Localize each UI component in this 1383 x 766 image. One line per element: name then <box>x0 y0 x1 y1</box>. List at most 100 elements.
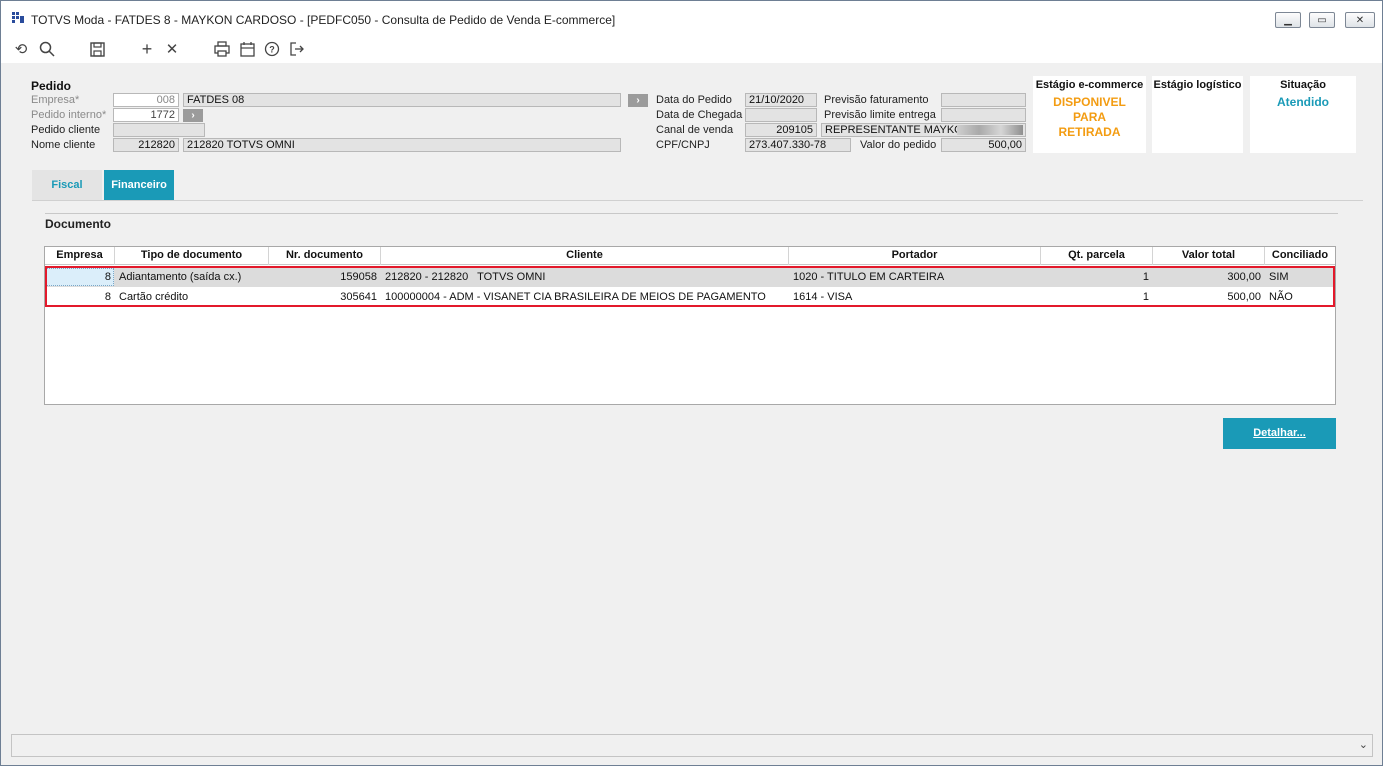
documento-grid: Empresa Tipo de documento Nr. documento … <box>44 246 1336 405</box>
undo-button[interactable]: ⟲ <box>12 40 30 58</box>
prev-limite-field <box>941 108 1026 122</box>
col-header-portador[interactable]: Portador <box>789 247 1041 265</box>
estagio-logistico-title: Estágio logístico <box>1153 79 1242 91</box>
pedido-cliente-field <box>113 123 205 137</box>
pedido-cliente-label: Pedido cliente <box>31 124 101 136</box>
situacao-box: Situação Atendido <box>1250 76 1356 153</box>
valor-pedido-field: 500,00 <box>941 138 1026 152</box>
calendar-icon <box>239 41 255 57</box>
pedido-lookup-button[interactable]: › <box>183 109 203 122</box>
canal-venda-label: Canal de venda <box>656 124 734 136</box>
cell-portador: 1614 - VISA <box>793 291 853 303</box>
save-icon <box>89 41 105 57</box>
col-header-conciliado[interactable]: Conciliado <box>1265 247 1335 265</box>
window-title: TOTVS Moda - FATDES 8 - MAYKON CARDOSO -… <box>31 13 616 27</box>
cpf-label: CPF/CNPJ <box>656 139 710 151</box>
table-row[interactable]: 8 Adiantamento (saída cx.) 159058 212820… <box>45 267 1335 287</box>
pedido-interno-label: Pedido interno* <box>31 109 107 121</box>
cell-qt-parcela: 1 <box>1142 271 1149 283</box>
exit-icon <box>290 42 304 56</box>
cell-qt-parcela: 1 <box>1142 291 1149 303</box>
empresa-label: Empresa* <box>31 94 80 106</box>
tab-divider <box>32 200 1363 201</box>
help-icon: ? <box>264 41 280 57</box>
cell-cliente: 100000004 - ADM - VISANET CIA BRASILEIRA… <box>385 291 766 303</box>
exit-button[interactable] <box>288 40 306 58</box>
data-chegada-label: Data de Chegada <box>656 109 743 121</box>
toolbar: ⟲ + ✕ ? <box>1 35 1382 63</box>
search-icon <box>39 41 55 57</box>
cell-nr-documento: 305641 <box>340 291 377 303</box>
chevron-down-icon[interactable]: ⌄ <box>1359 738 1368 751</box>
col-header-qt-parcela[interactable]: Qt. parcela <box>1041 247 1153 265</box>
restore-icon: ▭ <box>1317 14 1327 26</box>
canal-venda-code-field: 209105 <box>745 123 817 137</box>
print-icon <box>214 41 230 57</box>
cell-empresa: 8 <box>104 271 111 283</box>
cell-portador: 1020 - TITULO EM CARTEIRA <box>793 271 945 283</box>
minimize-button[interactable]: ▁ <box>1275 12 1301 28</box>
help-button[interactable]: ? <box>263 40 281 58</box>
tab-fiscal[interactable]: Fiscal <box>32 170 102 200</box>
data-chegada-field <box>745 108 817 122</box>
close-window-button[interactable]: ✕ <box>1345 12 1375 28</box>
nome-cliente-code-field: 212820 <box>113 138 179 152</box>
undo-icon: ⟲ <box>14 40 28 58</box>
data-pedido-field: 21/10/2020 <box>745 93 817 107</box>
app-window: TOTVS Moda - FATDES 8 - MAYKON CARDOSO -… <box>0 0 1383 766</box>
search-button[interactable] <box>38 40 56 58</box>
add-button[interactable]: + <box>138 40 156 58</box>
nome-cliente-label: Nome cliente <box>31 139 96 151</box>
cancel-button[interactable]: ✕ <box>163 40 181 58</box>
col-header-valor-total[interactable]: Valor total <box>1153 247 1265 265</box>
estagio-ecommerce-value: DISPONIVEL PARA RETIRADA <box>1053 95 1126 139</box>
cell-cliente: 212820 - 212820 TOTVS OMNI <box>385 271 546 283</box>
status-bar: ⌄ <box>11 734 1373 757</box>
empresa-code-field[interactable]: 008 <box>113 93 179 107</box>
minimize-icon: ▁ <box>1284 14 1292 26</box>
pedido-interno-field[interactable]: 1772 <box>113 108 179 122</box>
main-content: Pedido Empresa* 008 FATDES 08 › Pedido i… <box>11 63 1373 729</box>
cell-tipo: Cartão crédito <box>119 291 189 303</box>
col-header-cliente[interactable]: Cliente <box>381 247 789 265</box>
tab-financeiro[interactable]: Financeiro <box>104 170 174 200</box>
title-bar: TOTVS Moda - FATDES 8 - MAYKON CARDOSO -… <box>1 1 1382 35</box>
data-pedido-label: Data do Pedido <box>656 94 732 106</box>
cell-conciliado: NÃO <box>1269 291 1293 303</box>
cell-conciliado: SIM <box>1269 271 1289 283</box>
calendar-button[interactable] <box>238 40 256 58</box>
svg-text:?: ? <box>269 45 275 55</box>
chevron-right-icon: › <box>191 110 195 121</box>
estagio-ecommerce-title: Estágio e-commerce <box>1035 79 1144 91</box>
col-header-tipo[interactable]: Tipo de documento <box>115 247 269 265</box>
prev-faturamento-label: Previsão faturamento <box>824 94 929 106</box>
nome-cliente-name-field: 212820 TOTVS OMNI <box>183 138 621 152</box>
cell-nr-documento: 159058 <box>340 271 377 283</box>
prev-faturamento-field <box>941 93 1026 107</box>
cell-empresa: 8 <box>104 291 111 303</box>
detalhar-button[interactable]: Detalhar... <box>1223 418 1336 449</box>
table-row[interactable]: 8 Cartão crédito 305641 100000004 - ADM … <box>45 287 1335 307</box>
close-icon: ✕ <box>165 40 179 58</box>
documento-section-title: Documento <box>45 217 111 231</box>
col-header-empresa[interactable]: Empresa <box>45 247 115 265</box>
cell-tipo: Adiantamento (saída cx.) <box>119 271 242 283</box>
app-logo-icon <box>12 12 24 23</box>
redacted-block <box>957 125 1023 135</box>
col-header-nr-documento[interactable]: Nr. documento <box>269 247 381 265</box>
prev-limite-label: Previsão limite entrega <box>824 109 936 121</box>
cell-valor-total: 500,00 <box>1227 291 1261 303</box>
empresa-name-field: FATDES 08 <box>183 93 621 107</box>
estagio-ecommerce-box: Estágio e-commerce DISPONIVEL PARA RETIR… <box>1033 76 1146 153</box>
canal-venda-name-field: REPRESENTANTE MAYKON <box>821 123 1026 137</box>
canal-venda-name: REPRESENTANTE MAYKON <box>825 124 971 136</box>
add-icon: + <box>141 39 153 59</box>
situacao-title: Situação <box>1280 79 1326 91</box>
situacao-value: Atendido <box>1277 95 1329 109</box>
restore-button[interactable]: ▭ <box>1309 12 1335 28</box>
print-button[interactable] <box>213 40 231 58</box>
cell-valor-total: 300,00 <box>1227 271 1261 283</box>
save-button[interactable] <box>88 40 106 58</box>
valor-pedido-label: Valor do pedido <box>860 139 937 151</box>
empresa-lookup-button[interactable]: › <box>628 94 648 107</box>
